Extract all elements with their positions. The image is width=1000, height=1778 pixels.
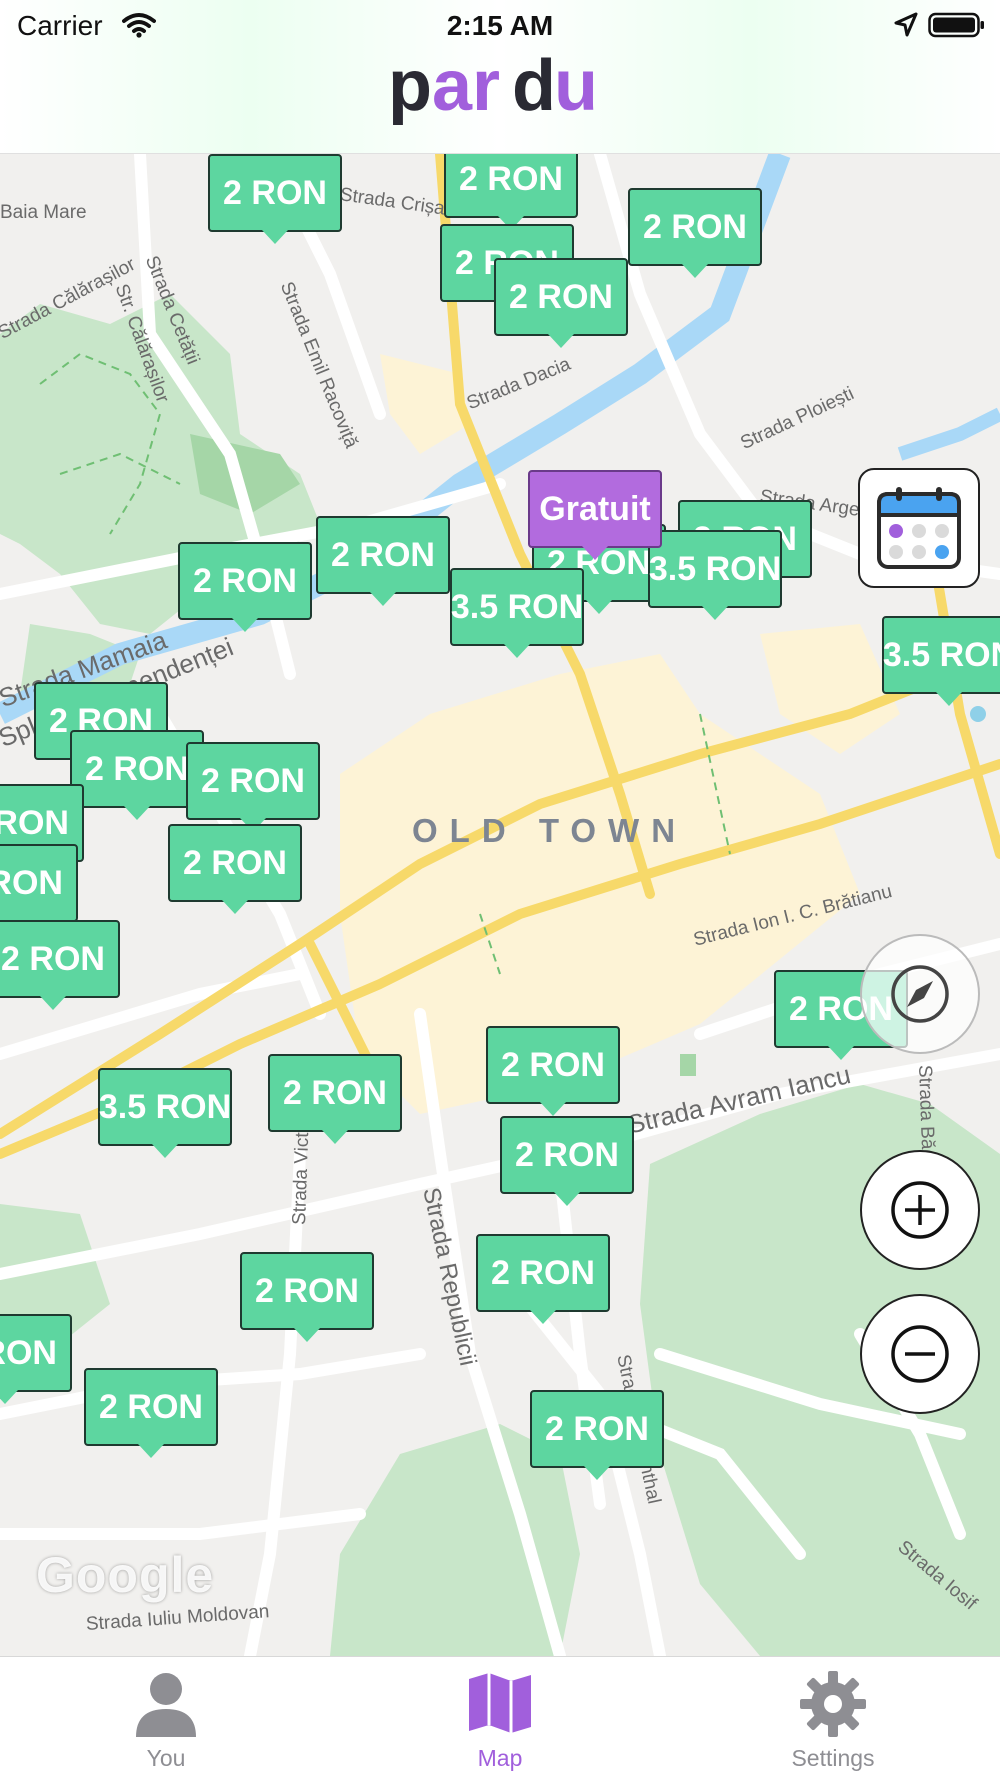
pardu-logo: p ar d u <box>388 54 598 126</box>
map-icon <box>469 1673 531 1733</box>
district-label: OLD TOWN <box>412 812 688 849</box>
tab-bar: You Map Settings <box>0 1656 1000 1778</box>
svg-text:p: p <box>388 54 432 126</box>
zoom-in-button[interactable] <box>860 1150 980 1270</box>
gear-icon <box>800 1671 866 1737</box>
parking-pin[interactable]: 2 RON <box>486 1026 620 1116</box>
svg-text:u: u <box>554 54 598 126</box>
svg-text:ar: ar <box>432 54 500 126</box>
person-icon <box>136 1673 196 1737</box>
tab-map[interactable]: Map <box>400 1657 600 1778</box>
minus-icon <box>891 1325 949 1383</box>
status-time: 2:15 AM <box>446 10 554 41</box>
parking-pin[interactable]: 3.5 RON <box>882 616 1000 706</box>
parking-pin[interactable]: 2 RON <box>178 542 312 632</box>
parking-pin[interactable]: 2 RON <box>240 1252 374 1342</box>
parking-pin[interactable]: 3.5 RON <box>648 530 782 620</box>
parking-pin-free[interactable]: Gratuit <box>528 470 662 560</box>
battery-icon <box>928 12 984 38</box>
parking-pin[interactable]: 2 RON <box>268 1054 402 1144</box>
parking-pin[interactable]: 2 RON <box>70 730 204 820</box>
parking-pin[interactable]: 2 RON <box>628 188 762 278</box>
street-label: Baia Mare <box>0 202 87 223</box>
parking-pin[interactable]: 2 RON <box>476 1234 610 1324</box>
parking-pin[interactable]: 2 RON <box>0 1314 72 1404</box>
parking-pin[interactable]: 2 RON <box>500 1116 634 1206</box>
parking-pin[interactable]: 2 RON <box>168 824 302 914</box>
status-bar: Carrier 2:15 AM <box>0 0 1000 50</box>
parking-pin[interactable]: 2 RON <box>494 258 628 348</box>
tab-you[interactable]: You <box>66 1657 266 1778</box>
tab-label: You <box>146 1745 186 1771</box>
parking-pin[interactable]: 2 RON <box>444 154 578 230</box>
plus-icon <box>891 1181 949 1239</box>
parking-pin[interactable]: 2 RON <box>84 1368 218 1458</box>
parking-pin[interactable]: 3.5 RON <box>98 1068 232 1158</box>
parking-pin[interactable]: 3.5 RON <box>450 568 584 658</box>
map-view[interactable]: Strada Crișan Baia Mare Strada Călărașil… <box>0 154 1000 1656</box>
compass-button[interactable] <box>860 934 980 1054</box>
location-arrow-icon <box>894 12 918 37</box>
parking-pin[interactable]: 2 RON <box>0 920 120 1010</box>
parking-pin[interactable]: 2 RON <box>530 1390 664 1480</box>
parking-pin[interactable]: 2 RON <box>186 742 320 832</box>
google-attribution: Google <box>36 1547 215 1603</box>
tab-label: Map <box>477 1745 523 1771</box>
calendar-icon <box>877 487 961 569</box>
tab-settings[interactable]: Settings <box>733 1657 933 1778</box>
zoom-out-button[interactable] <box>860 1294 980 1414</box>
calendar-button[interactable] <box>858 468 980 588</box>
tab-label: Settings <box>791 1745 875 1771</box>
parking-pin[interactable]: 2 RON <box>0 844 78 934</box>
compass-icon <box>891 965 949 1023</box>
parking-pin[interactable]: 2 RON <box>316 516 450 606</box>
svg-text:d: d <box>512 54 556 126</box>
parking-pin[interactable]: 2 RON <box>208 154 342 244</box>
